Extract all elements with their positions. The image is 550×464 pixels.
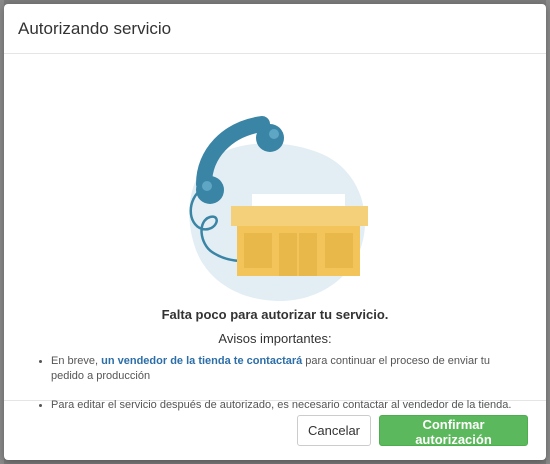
dialog-title: Autorizando servicio xyxy=(18,18,172,38)
storefront-icon xyxy=(231,194,368,276)
cancel-button[interactable]: Cancelar xyxy=(297,415,371,446)
dialog-headline: Falta poco para autorizar tu servicio. xyxy=(161,307,389,322)
store-phone-illustration xyxy=(189,116,368,302)
authorize-service-dialog: Autorizando servicio Falta poco para aut… xyxy=(4,4,546,460)
backdrop-right xyxy=(546,0,550,464)
confirm-authorization-button[interactable]: Confirmar autorización xyxy=(379,415,528,447)
notice-item: En breve, un vendedor de la tienda te co… xyxy=(51,354,521,384)
dialog-header: Autorizando servicio xyxy=(4,4,546,54)
dialog-footer: Cancelar Confirmar autorización xyxy=(4,401,546,460)
dialog-body: Falta poco para autorizar tu servicio. A… xyxy=(4,54,546,411)
notice-highlight: un vendedor de la tienda te contactará xyxy=(101,355,303,367)
notices-heading: Avisos importantes: xyxy=(218,331,332,346)
notice-text: En breve, xyxy=(51,355,102,367)
